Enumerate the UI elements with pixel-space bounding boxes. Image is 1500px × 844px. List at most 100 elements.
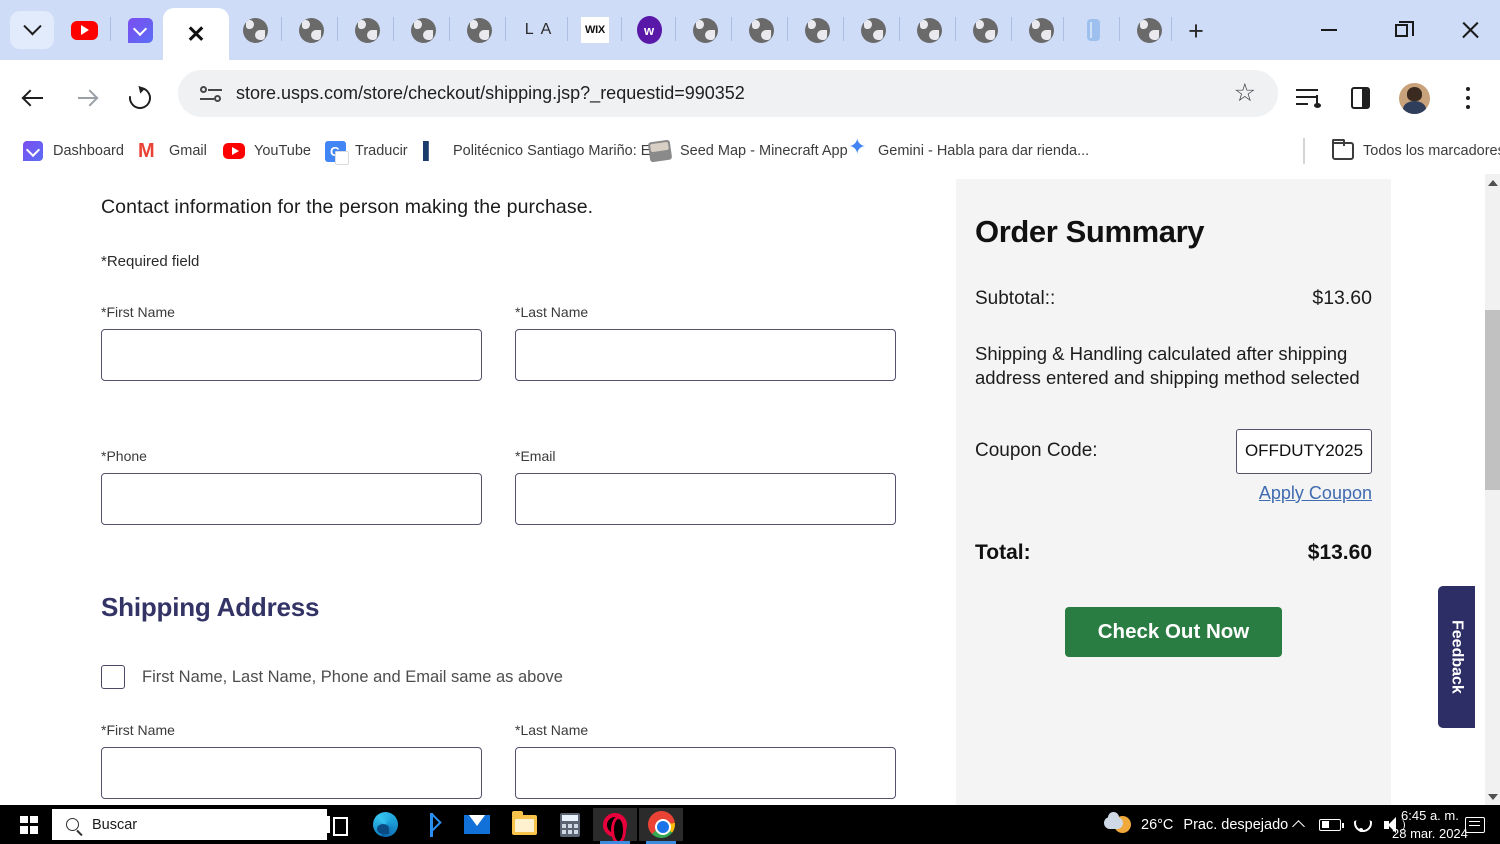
taskbar-bluetooth[interactable] bbox=[409, 808, 453, 841]
coupon-code-input[interactable]: OFFDUTY2025 bbox=[1236, 428, 1372, 474]
mail-icon bbox=[464, 815, 490, 834]
label-shipping-first-name: *First Name bbox=[101, 722, 175, 738]
tab-la[interactable]: L A bbox=[513, 8, 565, 52]
back-button[interactable] bbox=[11, 76, 55, 120]
taskbar-weather[interactable]: 26°C Prac. despejado bbox=[1104, 805, 1288, 844]
contact-email-input[interactable] bbox=[515, 473, 896, 525]
new-tab-button[interactable]: + bbox=[1181, 16, 1211, 46]
address-bar[interactable]: store.usps.com/store/checkout/shipping.j… bbox=[178, 70, 1278, 117]
page-scrollbar[interactable] bbox=[1485, 174, 1500, 805]
taskbar-mail[interactable] bbox=[455, 808, 499, 841]
bookmark-seed-map[interactable]: Seed Map - Minecraft App bbox=[645, 136, 852, 166]
tab-globe-10[interactable] bbox=[907, 8, 951, 52]
field-shipping-first-name: *First Name bbox=[101, 722, 482, 799]
taskbar-opera[interactable] bbox=[593, 808, 637, 844]
avatar bbox=[1398, 82, 1430, 114]
tab-w-purple[interactable]: w bbox=[627, 8, 671, 52]
tab-globe-12[interactable] bbox=[1019, 8, 1063, 52]
tab-separator bbox=[567, 17, 568, 41]
bookmark-dashboard[interactable]: Dashboard bbox=[18, 136, 128, 166]
total-label: Total: bbox=[975, 540, 1031, 564]
forward-button[interactable] bbox=[65, 76, 109, 120]
globe-icon bbox=[242, 17, 268, 43]
all-bookmarks-button[interactable]: Todos los marcadores bbox=[1328, 136, 1500, 166]
start-button[interactable] bbox=[8, 805, 50, 844]
tab-globe-2[interactable] bbox=[289, 8, 333, 52]
notification-center-button[interactable] bbox=[1458, 805, 1492, 844]
scroll-down-arrow[interactable] bbox=[1485, 788, 1500, 805]
tab-wix[interactable]: WIX bbox=[573, 8, 617, 52]
shipping-address-heading: Shipping Address bbox=[101, 592, 320, 622]
checkout-page: Contact information for the person makin… bbox=[0, 174, 1485, 805]
site-settings-icon[interactable] bbox=[200, 85, 222, 102]
bookmark-gemini[interactable]: Gemini - Habla para dar rienda... bbox=[843, 134, 1093, 166]
apply-coupon-link[interactable]: Apply Coupon bbox=[1259, 483, 1372, 503]
bluetooth-icon bbox=[423, 812, 439, 837]
globe-icon bbox=[692, 17, 718, 43]
same-as-above-checkbox[interactable] bbox=[101, 665, 125, 689]
tray-battery[interactable] bbox=[1317, 805, 1344, 844]
field-contact-first-name: *First Name bbox=[101, 304, 482, 381]
contact-last-name-input[interactable] bbox=[515, 329, 896, 381]
tab-strip: ✕ L A WIX w + bbox=[0, 0, 1500, 60]
tab-blue-chip[interactable] bbox=[1071, 8, 1115, 52]
tab-globe-7[interactable] bbox=[739, 8, 783, 52]
tab-x-active[interactable]: ✕ bbox=[163, 8, 229, 60]
youtube-icon bbox=[223, 140, 245, 162]
tab-globe-5[interactable] bbox=[457, 8, 501, 52]
tab-separator bbox=[110, 17, 111, 41]
subtotal-value: $13.60 bbox=[1312, 287, 1372, 309]
chat-purple-icon bbox=[127, 17, 153, 43]
tab-globe-3[interactable] bbox=[345, 8, 389, 52]
taskbar-calculator[interactable] bbox=[548, 808, 592, 841]
taskbar-file-explorer[interactable] bbox=[502, 808, 546, 841]
chrome-menu-button[interactable] bbox=[1446, 76, 1490, 120]
bookmark-gmail[interactable]: Gmail bbox=[134, 136, 211, 166]
window-minimize-button[interactable] bbox=[1306, 8, 1352, 52]
shipping-last-name-input[interactable] bbox=[515, 747, 896, 799]
tab-globe-13[interactable] bbox=[1127, 8, 1171, 52]
w-purple-icon: w bbox=[636, 16, 662, 44]
tab-separator bbox=[899, 17, 900, 41]
taskbar-search-box[interactable]: Buscar bbox=[52, 809, 327, 840]
tab-globe-11[interactable] bbox=[963, 8, 1007, 52]
taskbar-microsoft-edge[interactable] bbox=[363, 808, 407, 841]
scrollbar-thumb[interactable] bbox=[1485, 310, 1500, 490]
contact-first-name-input[interactable] bbox=[101, 329, 482, 381]
tab-chat[interactable] bbox=[118, 8, 162, 52]
tab-search-button[interactable] bbox=[10, 11, 54, 49]
taskbar-task-view-button[interactable] bbox=[315, 808, 359, 841]
contact-row-2: *Phone *Email bbox=[101, 448, 901, 592]
check-out-now-button[interactable]: Check Out Now bbox=[1064, 606, 1283, 657]
tab-globe-1[interactable] bbox=[233, 8, 277, 52]
bookmark-label: Gemini - Habla para dar rienda... bbox=[878, 143, 1090, 159]
shipping-first-name-input[interactable] bbox=[101, 747, 482, 799]
tab-globe-6[interactable] bbox=[683, 8, 727, 52]
contact-phone-input[interactable] bbox=[101, 473, 482, 525]
tray-network[interactable] bbox=[1349, 805, 1375, 844]
scroll-up-arrow[interactable] bbox=[1485, 174, 1500, 191]
profile-button[interactable] bbox=[1392, 76, 1436, 120]
globe-icon bbox=[748, 17, 774, 43]
side-panel-button[interactable] bbox=[1338, 76, 1382, 120]
taskbar-clock[interactable]: 6:45 a. m. 28 mar. 2024 bbox=[1392, 805, 1468, 844]
tab-globe-9[interactable] bbox=[851, 8, 895, 52]
window-maximize-button[interactable] bbox=[1378, 8, 1424, 52]
bookmark-traducir[interactable]: G Traducir bbox=[320, 136, 412, 166]
required-field-note: *Required field bbox=[101, 253, 200, 270]
feedback-tab[interactable]: Feedback bbox=[1438, 586, 1475, 728]
tab-separator bbox=[955, 17, 956, 41]
tab-globe-8[interactable] bbox=[795, 8, 839, 52]
bookmark-label: Todos los marcadores bbox=[1363, 143, 1500, 159]
tab-youtube[interactable] bbox=[62, 8, 106, 52]
field-contact-phone: *Phone bbox=[101, 448, 482, 525]
playlist-button[interactable] bbox=[1285, 76, 1329, 120]
bookmark-star-icon[interactable]: ☆ bbox=[1234, 81, 1256, 106]
bookmark-youtube[interactable]: YouTube bbox=[219, 136, 315, 166]
tab-globe-4[interactable] bbox=[401, 8, 445, 52]
window-close-button[interactable] bbox=[1447, 8, 1493, 52]
taskbar-google-chrome[interactable] bbox=[639, 808, 683, 844]
reload-button[interactable] bbox=[118, 76, 162, 120]
bookmark-politecnico[interactable]: Politécnico Santiago Mariño: E... bbox=[418, 136, 667, 166]
tray-overflow-button[interactable] bbox=[1285, 805, 1311, 844]
